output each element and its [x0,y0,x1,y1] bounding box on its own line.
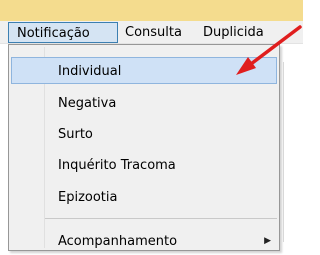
menu-separator [45,218,277,219]
menu-duplicidade[interactable]: Duplicida [197,22,307,43]
menu-item-label: Acompanhamento [58,234,178,249]
notificacao-dropdown: Individual Negativa Surto Inquérito Trac… [8,44,280,251]
menu-item-label: Inquérito Tracoma [58,158,176,173]
menu-item-surto[interactable]: Surto [11,121,277,148]
triangle-right-icon: ▶ [264,236,271,246]
menu-item-epizootia[interactable]: Epizootia [11,184,277,211]
menu-item-inquerito-tracoma[interactable]: Inquérito Tracoma [11,152,277,179]
menu-item-acompanhamento[interactable]: Acompanhamento ▶ [11,228,277,255]
window-titlebar [0,0,303,21]
menu-item-label: Negativa [58,96,117,111]
window-divider [283,62,284,242]
menu-item-label: Surto [58,127,93,142]
menu-consulta[interactable]: Consulta [119,22,196,43]
menu-item-individual[interactable]: Individual [11,57,277,84]
menu-item-label: Epizootia [58,190,118,205]
menu-notificacao[interactable]: Notificação [8,22,118,43]
menu-item-label: Individual [58,64,122,79]
menu-bar: Notificação Consulta Duplicida [0,21,303,44]
menu-item-negativa[interactable]: Negativa [11,90,277,117]
